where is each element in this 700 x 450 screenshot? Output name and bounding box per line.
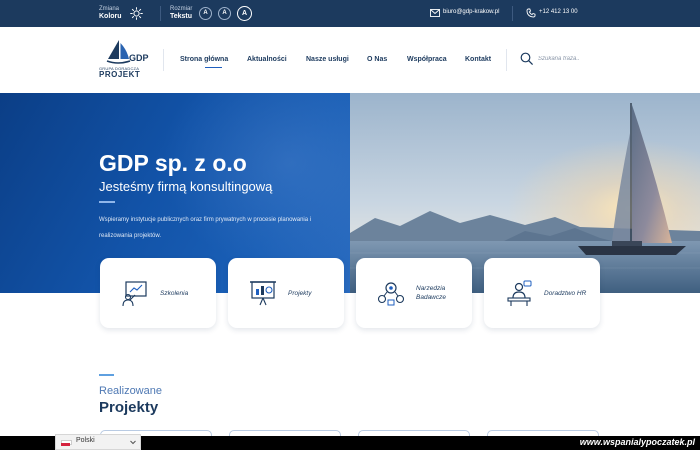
service-label: Szkolenia <box>160 289 189 297</box>
topbar-divider <box>160 6 161 21</box>
nav-item-contact[interactable]: Kontakt <box>465 56 491 63</box>
projects-heading: Projekty <box>99 399 159 416</box>
service-card-training[interactable]: Szkolenia <box>100 258 216 328</box>
font-size-medium-button[interactable]: A <box>218 7 231 20</box>
logo-word: PROJEKT <box>99 70 141 79</box>
hero-title: GDP sp. z o.o <box>99 150 247 176</box>
chevron-down-icon <box>130 440 136 445</box>
service-card-projects[interactable]: Projekty <box>228 258 344 328</box>
language-selector[interactable]: Polski <box>55 434 141 450</box>
watermark: www.wspanialypoczatek.pl <box>579 437 695 447</box>
text-size-label: Rozmiar Tekstu <box>170 5 192 21</box>
presentation-icon <box>122 281 147 307</box>
email-link[interactable]: biuro@gdp-krakow.pl <box>443 9 499 15</box>
nav-active-indicator <box>205 67 222 68</box>
site-header: GDP GRUPA DORADCZA PROJEKT Strona główna… <box>0 27 700 93</box>
hr-consulting-icon <box>507 280 532 306</box>
sun-icon[interactable] <box>130 7 143 20</box>
search-icon[interactable] <box>520 52 533 65</box>
chart-board-icon <box>250 281 276 306</box>
poland-flag-icon <box>61 440 72 446</box>
hero-description: Wspieramy instytucje publicznych oraz fi… <box>99 217 312 239</box>
topbar-divider <box>512 6 513 21</box>
nav-item-news[interactable]: Aktualności <box>247 56 287 63</box>
service-label: Doradztwo HR <box>544 289 587 297</box>
nav-item-cooperation[interactable]: Współpraca <box>407 56 447 63</box>
page: Zmiana Koloru Rozmiar Tekstu A A A biuro… <box>0 0 700 450</box>
header-divider <box>506 49 507 71</box>
nav-item-home[interactable]: Strona główna <box>180 56 228 63</box>
color-switch-label: Zmiana Koloru <box>99 5 122 21</box>
nav-item-about[interactable]: O Nas <box>367 56 387 63</box>
projects-divider <box>99 374 114 376</box>
service-label: Projekty <box>288 289 312 297</box>
top-bar: Zmiana Koloru Rozmiar Tekstu A A A biuro… <box>0 0 700 27</box>
phone-link[interactable]: +12 412 13 00 <box>539 9 578 15</box>
sailboat-logo-icon <box>106 40 131 64</box>
color-switch-label-bold: Koloru <box>99 13 122 20</box>
language-label: Polski <box>76 437 95 444</box>
service-label: Narzedzia Badawcze <box>416 285 446 301</box>
font-size-large-button[interactable]: A <box>237 6 252 21</box>
service-card-research-tools[interactable]: Narzedzia Badawcze <box>356 258 472 328</box>
mail-icon <box>430 9 440 17</box>
projects-label-small: Realizowane <box>99 385 162 397</box>
gdp-logo[interactable]: GDP GRUPA DORADCZA PROJEKT <box>99 39 151 81</box>
font-size-small-button[interactable]: A <box>199 7 212 20</box>
phone-icon <box>526 8 536 18</box>
hero-subtitle: Jesteśmy firmą konsultingową <box>99 179 273 194</box>
text-size-label-bold: Tekstu <box>170 13 193 20</box>
nav-item-services[interactable]: Nasze usługi <box>306 56 349 63</box>
text-size-label-small: Rozmiar <box>170 6 193 12</box>
hero-divider <box>99 201 115 203</box>
color-switch-label-small: Zmiana <box>99 6 120 12</box>
research-tools-icon <box>377 282 405 306</box>
service-card-hr[interactable]: Doradztwo HR <box>484 258 600 328</box>
search-input[interactable] <box>538 53 598 65</box>
header-divider <box>163 49 164 71</box>
logo-name: GDP <box>129 53 149 63</box>
